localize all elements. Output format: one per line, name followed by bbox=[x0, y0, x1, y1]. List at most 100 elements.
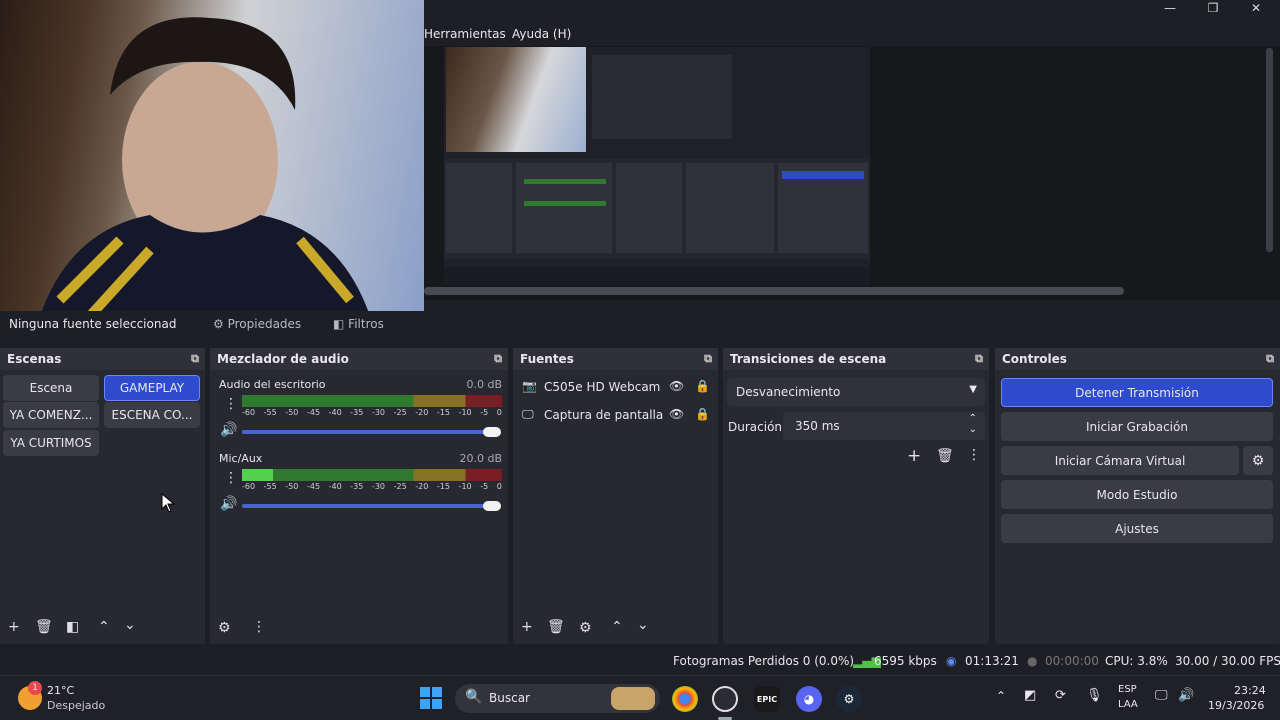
meter-tick-label: -50 bbox=[285, 482, 299, 491]
language-bottom[interactable]: LAA bbox=[1118, 699, 1138, 710]
remove-scene-icon[interactable]: 🗑 bbox=[35, 619, 53, 635]
speaker-icon[interactable]: 🔊 bbox=[220, 422, 237, 438]
undock-icon[interactable]: ⧉ bbox=[704, 352, 712, 366]
chrome-icon[interactable] bbox=[672, 686, 698, 712]
add-transition-icon[interactable]: + bbox=[907, 446, 921, 466]
stream-preview[interactable] bbox=[444, 47, 870, 285]
studio-mode-button[interactable]: Modo Estudio bbox=[1001, 480, 1273, 509]
scene-item-gameplay[interactable]: GAMEPLAY bbox=[104, 375, 200, 401]
scene-item-ya-curtimos[interactable]: YA CURTIMOS bbox=[3, 430, 99, 456]
chevron-up-icon[interactable]: ⌃ bbox=[996, 689, 1006, 703]
lock-icon[interactable]: 🔒 bbox=[695, 379, 710, 393]
scene-item-escena-co[interactable]: ESCENA CO... bbox=[104, 402, 200, 428]
discord-icon[interactable]: ◕ bbox=[796, 686, 822, 712]
menu-tools[interactable]: Herramientas bbox=[424, 27, 506, 41]
source-properties-icon[interactable]: ⚙ bbox=[579, 620, 592, 636]
scene-item-escena[interactable]: Escena bbox=[3, 375, 99, 401]
mixer-title: Mezclador de audio bbox=[217, 352, 349, 366]
clock-time[interactable]: 23:24 bbox=[1234, 684, 1266, 697]
obs-icon[interactable] bbox=[712, 686, 738, 712]
channel-menu-icon[interactable]: ⋮ bbox=[224, 396, 238, 412]
move-down-icon[interactable]: ⌄ bbox=[637, 617, 649, 633]
windows-start-icon[interactable] bbox=[420, 687, 442, 709]
undock-icon[interactable]: ⧉ bbox=[191, 352, 199, 366]
menu-help[interactable]: Ayuda (H) bbox=[512, 27, 571, 41]
remove-transition-icon[interactable]: 🗑 bbox=[936, 448, 954, 464]
maximize-button[interactable]: ❐ bbox=[1198, 1, 1228, 15]
settings-button[interactable]: Ajustes bbox=[1001, 514, 1273, 543]
duration-value: 350 ms bbox=[795, 419, 840, 433]
monitor-icon: 🖵 bbox=[522, 407, 534, 421]
meter-tick-label: -35 bbox=[350, 408, 364, 417]
volume-slider[interactable] bbox=[242, 430, 494, 434]
meter-tick-label: -55 bbox=[263, 482, 277, 491]
speaker-icon[interactable]: 🔊 bbox=[220, 496, 237, 512]
virtual-camera-button[interactable]: Iniciar Cámara Virtual bbox=[1001, 446, 1239, 475]
scene-item-ya-comenz[interactable]: YA COMENZ... bbox=[3, 402, 99, 428]
volume-knob[interactable] bbox=[483, 501, 501, 511]
meter-tick-label: -35 bbox=[350, 482, 364, 491]
steam-icon[interactable]: ⚙ bbox=[836, 686, 862, 712]
transition-select[interactable]: Desvanecimiento ▼ bbox=[727, 378, 985, 406]
properties-button[interactable]: ⚙ Propiedades bbox=[213, 317, 301, 331]
move-up-icon[interactable]: ⌃ bbox=[98, 619, 110, 635]
undock-icon[interactable]: ⧉ bbox=[975, 352, 983, 366]
clock-date[interactable]: 19/3/2026 bbox=[1208, 699, 1264, 712]
move-up-icon[interactable]: ⌃ bbox=[611, 619, 623, 635]
scenes-header: Escenas ⧉ bbox=[0, 348, 205, 370]
meter-tick-label: -5 bbox=[480, 408, 489, 417]
minimize-button[interactable]: — bbox=[1155, 1, 1185, 15]
microphone-icon[interactable]: 🎙 bbox=[1086, 688, 1103, 703]
cpu-usage: CPU: 3.8% bbox=[1105, 654, 1168, 668]
mouse-cursor-icon bbox=[161, 492, 176, 517]
meter-tick-label: -40 bbox=[328, 408, 342, 417]
volume-icon[interactable]: 🔊 bbox=[1178, 688, 1194, 703]
source-item-webcam[interactable]: 📷 C505e HD Webcam 👁 🔒 bbox=[513, 376, 718, 400]
weather-desc: Despejado bbox=[47, 699, 106, 712]
duration-stepper[interactable]: 350 ms ⌃ ⌄ bbox=[783, 412, 985, 440]
webcam-feed bbox=[0, 0, 424, 316]
volume-slider[interactable] bbox=[242, 504, 494, 508]
start-recording-button[interactable]: Iniciar Grabación bbox=[1001, 412, 1273, 441]
record-icon: ● bbox=[1027, 654, 1038, 668]
sync-icon[interactable]: ⟳ bbox=[1055, 688, 1066, 703]
stop-stream-button[interactable]: Detener Transmisión bbox=[1001, 378, 1273, 407]
mixer-menu-icon[interactable]: ⋮ bbox=[252, 619, 266, 635]
stepper-down-icon[interactable]: ⌄ bbox=[969, 424, 977, 435]
duration-label: Duración bbox=[728, 420, 783, 434]
filters-button[interactable]: ◧ Filtros bbox=[333, 317, 384, 331]
meter-tick-label: -15 bbox=[436, 408, 450, 417]
virtual-camera-settings-button[interactable]: ⚙ bbox=[1243, 446, 1273, 475]
remove-source-icon[interactable]: 🗑 bbox=[547, 619, 565, 635]
add-source-icon[interactable]: + bbox=[521, 619, 533, 635]
scene-filters-icon[interactable]: ◧ bbox=[66, 619, 79, 635]
undock-icon[interactable]: ⧉ bbox=[494, 352, 502, 366]
move-down-icon[interactable]: ⌄ bbox=[124, 617, 136, 633]
channel-menu-icon[interactable]: ⋮ bbox=[224, 470, 238, 486]
epic-games-icon[interactable]: EPIC bbox=[754, 686, 780, 712]
close-button[interactable]: ✕ bbox=[1241, 1, 1271, 15]
add-scene-icon[interactable]: + bbox=[8, 619, 20, 635]
eye-icon[interactable]: 👁 bbox=[669, 407, 684, 421]
language-top[interactable]: ESP bbox=[1118, 684, 1137, 695]
tray-app-icon[interactable]: ◩ bbox=[1024, 688, 1036, 703]
status-bar: Fotogramas Perdidos 0 (0.0%) ▂▄▆ 6595 kb… bbox=[0, 647, 1280, 675]
meter-tick-label: 0 bbox=[496, 408, 502, 417]
stepper-up-icon[interactable]: ⌃ bbox=[969, 413, 977, 424]
source-item-screen[interactable]: 🖵 Captura de pantalla 👁 🔒 bbox=[513, 404, 718, 428]
volume-knob[interactable] bbox=[483, 427, 501, 437]
advanced-audio-icon[interactable]: ⚙ bbox=[218, 620, 231, 636]
dropped-frames: Fotogramas Perdidos 0 (0.0%) bbox=[673, 654, 855, 668]
preview-vertical-scrollbar[interactable] bbox=[1266, 48, 1273, 252]
meter-tick-label: -45 bbox=[306, 482, 321, 491]
undock-icon[interactable]: ⧉ bbox=[1266, 352, 1274, 366]
search-icon: 🔍 bbox=[465, 689, 483, 705]
eye-icon[interactable]: 👁 bbox=[669, 379, 684, 393]
transition-menu-icon[interactable]: ⋮ bbox=[967, 447, 981, 463]
lock-icon[interactable]: 🔒 bbox=[695, 407, 710, 421]
stream-icon: ◉ bbox=[946, 654, 957, 668]
preview-horizontal-scrollbar[interactable] bbox=[424, 287, 1124, 295]
network-icon[interactable]: 🖵 bbox=[1155, 688, 1168, 703]
taskbar-search[interactable]: 🔍 Buscar bbox=[455, 684, 660, 713]
menu-bar: Herramientas Ayuda (H) bbox=[424, 22, 1280, 46]
